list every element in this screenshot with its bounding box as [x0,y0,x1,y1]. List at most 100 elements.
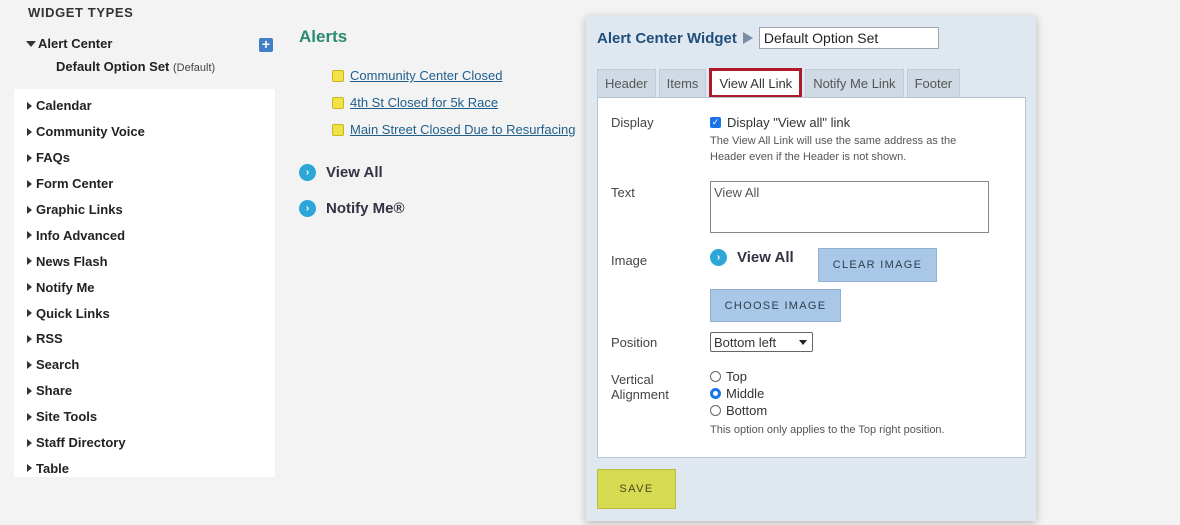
image-label: Image [611,253,648,268]
image-preview: › View All [710,249,794,266]
image-preview-text: View All [737,249,794,266]
caret-right-icon [27,205,32,214]
display-checkbox-label: Display "View all" link [727,115,851,130]
sidebar-item-staff-directory[interactable]: Staff Directory [14,430,275,456]
radio-unchecked-icon[interactable] [710,405,721,416]
sidebar-item-news-flash[interactable]: News Flash [14,248,275,274]
alert-link[interactable]: 4th St Closed for 5k Race [350,95,498,110]
caret-right-icon [27,412,32,421]
vertical-alignment-label-line1: Vertical [611,372,654,387]
tab-view-all-link[interactable]: View All Link [709,68,803,98]
display-checkbox-row[interactable]: ✓ Display "View all" link [710,115,1010,130]
position-selected-value: Bottom left [714,334,777,350]
modal-header: Alert Center Widget [597,27,939,49]
sidebar-item-quick-links[interactable]: Quick Links [14,300,275,326]
sidebar-item-label: FAQs [36,150,70,166]
notify-me-label: Notify Me® [326,200,405,217]
default-tag: (Default) [173,62,216,74]
caret-right-icon [27,334,32,343]
alerts-list: Community Center Closed 4th St Closed fo… [332,62,575,143]
widget-types-heading: WIDGET TYPES [28,5,134,20]
sidebar-item-label: Search [36,357,80,373]
sidebar-item-search[interactable]: Search [14,352,275,378]
alert-icon [332,96,344,109]
radio-label: Middle [726,386,765,401]
sidebar-item-notify-me[interactable]: Notify Me [14,274,275,300]
view-all-link[interactable]: › View All [299,164,383,181]
radio-middle[interactable]: Middle [710,385,945,402]
caret-right-icon [27,386,32,395]
sidebar-item-label: Notify Me [36,279,95,295]
radio-bottom[interactable]: Bottom [710,402,945,419]
caret-right-icon [27,153,32,162]
sidebar-item-site-tools[interactable]: Site Tools [14,404,275,430]
caret-right-icon [27,283,32,292]
tab-items[interactable]: Items [658,69,707,97]
vertical-alignment-label-line2: Alignment [611,387,669,402]
radio-checked-icon[interactable] [710,388,721,399]
radio-label: Top [726,369,747,384]
option-set-label: Default Option Set [56,59,170,74]
modal-title: Alert Center Widget [597,29,737,47]
widget-type-list: Calendar Community Voice FAQs Form Cente… [14,89,275,477]
vertical-alignment-label: Vertical Alignment [611,372,669,402]
sidebar-item-faqs[interactable]: FAQs [14,145,275,171]
widget-settings-modal: Alert Center Widget Header Items View Al… [586,16,1036,521]
tab-notify-me-link[interactable]: Notify Me Link [805,69,904,97]
choose-image-button[interactable]: CHOOSE IMAGE [710,289,841,322]
sidebar-item-share[interactable]: Share [14,378,275,404]
tab-footer[interactable]: Footer [906,69,961,97]
sidebar-item-info-advanced[interactable]: Info Advanced [14,222,275,248]
caret-right-icon [27,464,32,473]
position-label: Position [611,335,658,350]
caret-right-icon [27,309,32,318]
option-set-item[interactable]: Default Option Set (Default) [56,59,276,74]
sidebar-item-label: Info Advanced [36,227,126,243]
plus-icon[interactable]: + [259,37,273,52]
tab-panel: Display ✓ Display "View all" link The Vi… [597,97,1026,458]
sidebar-item-rss[interactable]: RSS [14,326,275,352]
notify-me-link[interactable]: › Notify Me® [299,200,405,217]
sidebar-item-label: Alert Center [38,36,113,51]
sidebar-item-graphic-links[interactable]: Graphic Links [14,197,275,223]
sidebar-item-alert-center[interactable]: Alert Center [26,36,276,51]
alert-item: 4th St Closed for 5k Race [332,89,575,116]
checkbox-checked-icon[interactable]: ✓ [710,117,721,128]
sidebar-item-community-voice[interactable]: Community Voice [14,119,275,145]
sidebar-item-label: News Flash [36,253,108,269]
caret-right-icon [27,438,32,447]
sidebar-item-label: Community Voice [36,124,145,140]
caret-right-icon [27,257,32,266]
display-control: ✓ Display "View all" link The View All L… [710,115,1010,165]
sidebar-item-table[interactable]: Table [14,455,275,481]
arrow-right-icon [742,32,753,44]
clear-image-button[interactable]: CLEAR IMAGE [818,248,937,282]
alert-item: Community Center Closed [332,62,575,89]
sidebar-item-label: Staff Directory [36,435,126,451]
radio-top[interactable]: Top [710,368,945,385]
sidebar-item-label: Table [36,460,69,476]
caret-right-icon [27,231,32,240]
sidebar-item-form-center[interactable]: Form Center [14,171,275,197]
caret-right-icon [27,179,32,188]
alert-link[interactable]: Main Street Closed Due to Resurfacing [350,122,575,137]
caret-down-icon [26,40,36,47]
sidebar-item-label: Graphic Links [36,202,123,217]
option-set-name-input[interactable] [758,27,939,49]
radio-label: Bottom [726,403,768,418]
sidebar-item-label: Calendar [36,98,92,114]
alert-link[interactable]: Community Center Closed [350,68,502,83]
vertical-alignment-radios: Top Middle Bottom This option only appli… [710,368,945,438]
sidebar-item-label: RSS [36,331,63,347]
sidebar-item-label: Site Tools [36,409,98,425]
tab-header[interactable]: Header [597,69,656,97]
position-select[interactable]: Bottom left [710,332,813,352]
display-label: Display [611,115,654,130]
save-button[interactable]: SAVE [597,469,676,509]
sidebar-item-label: Share [36,383,73,399]
alert-item: Main Street Closed Due to Resurfacing [332,116,575,143]
sidebar-item-calendar[interactable]: Calendar [14,93,275,119]
radio-unchecked-icon[interactable] [710,371,721,382]
alert-icon [332,123,344,136]
text-textarea[interactable]: View All [710,181,989,233]
